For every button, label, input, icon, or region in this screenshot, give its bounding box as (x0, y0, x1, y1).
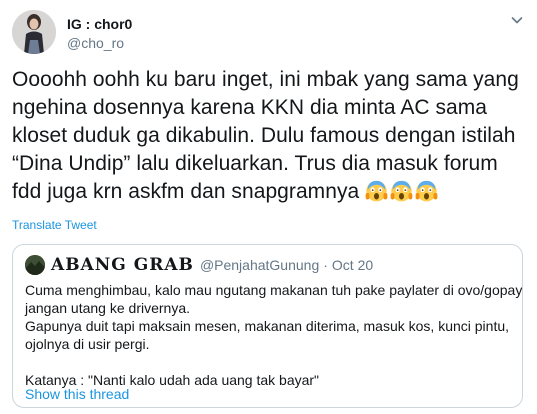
quoted-text-line: ojolnya di usir pergi. (25, 336, 150, 352)
tweet-author[interactable]: IG : chor0 @cho_ro (67, 16, 132, 52)
quoted-author-handle: @PenjahatGunung (199, 257, 320, 273)
tweet-text: Oooohh oohh ku baru inget, ini mbak yang… (12, 66, 527, 206)
face-screaming-in-fear-icon (365, 180, 388, 202)
chevron-down-icon[interactable] (509, 12, 525, 28)
tweet-body: Oooohh oohh ku baru inget, ini mbak yang… (12, 68, 519, 203)
show-thread-link[interactable]: Show this thread (25, 386, 129, 402)
author-handle[interactable]: @cho_ro (67, 34, 132, 52)
quoted-text-blank-line (25, 353, 515, 371)
face-screaming-in-fear-icon (415, 180, 438, 202)
face-screaming-in-fear-icon (390, 180, 413, 202)
quoted-text-line: jangan utang ke drivernya. (25, 300, 190, 316)
quoted-author-name: ABANG GRAB (51, 255, 194, 275)
quoted-text-line: Cuma menghimbau, kalo mau ngutang makana… (25, 282, 523, 298)
author-display-name[interactable]: IG : chor0 (67, 16, 132, 33)
emoji-group (365, 180, 440, 203)
quoted-tweet-header: ABANG GRAB @PenjahatGunung · Oct 20 (25, 255, 373, 275)
quoted-author-avatar[interactable] (25, 255, 45, 275)
translate-tweet-link[interactable]: Translate Tweet (12, 218, 97, 232)
author-avatar[interactable] (12, 10, 56, 54)
quoted-tweet-date: Oct 20 (331, 257, 374, 273)
quoted-tweet-text: Cuma menghimbau, kalo mau ngutang makana… (25, 281, 523, 389)
quoted-text-line: Gapunya duit tapi maksain mesen, makanan… (25, 318, 510, 334)
header-separator: · (323, 257, 328, 273)
quoted-tweet-card[interactable]: ABANG GRAB @PenjahatGunung · Oct 20 Cuma… (12, 244, 523, 408)
avatar-photo (12, 10, 56, 54)
